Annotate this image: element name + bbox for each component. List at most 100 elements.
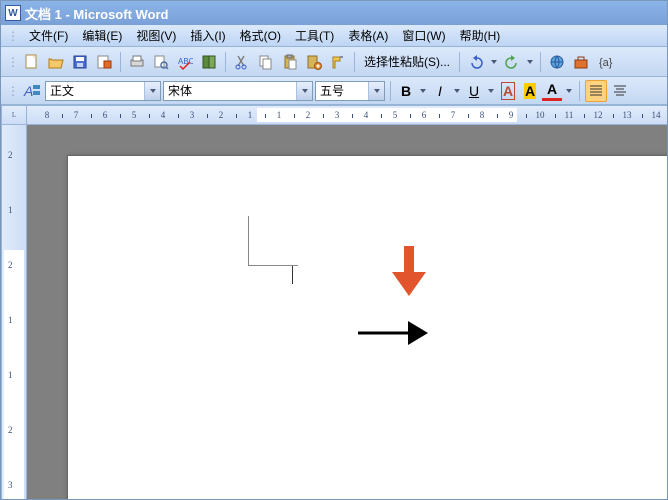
ruler-number: 4	[161, 110, 166, 120]
bold-button[interactable]: B	[396, 81, 416, 101]
page[interactable]	[67, 155, 667, 499]
bold-dropdown[interactable]	[418, 80, 428, 102]
ruler-number: 7	[74, 110, 79, 120]
print-preview-button[interactable]	[150, 51, 172, 73]
separator	[225, 52, 226, 72]
ruler-number: 1	[277, 110, 282, 120]
menu-help[interactable]: 帮助(H)	[454, 25, 507, 46]
ruler-number: 8	[45, 110, 50, 120]
ruler-corner[interactable]: L	[1, 105, 27, 125]
standard-toolbar: ⋮ ABC 选择性粘贴(S)... {a}	[1, 47, 667, 77]
size-value: 五号	[320, 82, 344, 99]
font-color-dropdown[interactable]	[564, 80, 574, 102]
save-button[interactable]	[69, 51, 91, 73]
ruler-number: 14	[652, 110, 661, 120]
menu-tools[interactable]: 工具(T)	[289, 25, 340, 46]
style-value: 正文	[50, 82, 74, 99]
menu-grip[interactable]: ⋮	[7, 29, 19, 43]
paste-button[interactable]	[279, 51, 301, 73]
underline-dropdown[interactable]	[486, 80, 496, 102]
ruler-number: 5	[393, 110, 398, 120]
font-combo[interactable]: 宋体	[163, 81, 313, 101]
copy-button[interactable]	[255, 51, 277, 73]
toolbar-grip[interactable]: ⋮	[7, 84, 19, 98]
open-button[interactable]	[45, 51, 67, 73]
toolbar-grip[interactable]: ⋮	[7, 55, 19, 69]
size-combo[interactable]: 五号	[315, 81, 385, 101]
window-title: 文档 1 - Microsoft Word	[25, 4, 168, 23]
ruler-number: 7	[451, 110, 456, 120]
formatting-toolbar: ⋮ A 正文 宋体 五号 B I U A A A	[1, 77, 667, 105]
cut-button[interactable]	[231, 51, 253, 73]
menu-view[interactable]: 视图(V)	[130, 25, 182, 46]
ruler-number: 10	[536, 110, 545, 120]
menu-edit[interactable]: 编辑(E)	[76, 25, 128, 46]
align-justify-button[interactable]	[585, 80, 607, 102]
font-color-button[interactable]: A	[542, 81, 562, 101]
font-value: 宋体	[168, 82, 192, 99]
paste-special-button[interactable]: 选择性粘贴(S)...	[360, 51, 454, 72]
undo-button[interactable]	[465, 51, 487, 73]
new-doc-button[interactable]	[21, 51, 43, 73]
menu-file[interactable]: 文件(F)	[23, 25, 74, 46]
styles-pane-button[interactable]: A	[21, 81, 43, 101]
underline-button[interactable]: U	[464, 81, 484, 101]
toolbox-button[interactable]	[570, 51, 592, 73]
ruler-number: 2	[8, 260, 13, 270]
clipboard-button[interactable]	[303, 51, 325, 73]
horizontal-ruler[interactable]: 876543211234567891011121314	[27, 105, 667, 125]
ruler-number: 6	[103, 110, 108, 120]
ruler-number: 1	[8, 370, 13, 380]
print-button[interactable]	[126, 51, 148, 73]
text-cursor	[292, 266, 294, 284]
separator	[120, 52, 121, 72]
document-area[interactable]	[27, 125, 667, 499]
menu-window[interactable]: 窗口(W)	[396, 25, 451, 46]
separator	[459, 52, 460, 72]
redo-button[interactable]	[501, 51, 523, 73]
ruler-number: 6	[422, 110, 427, 120]
work-area: L 876543211234567891011121314 21211234	[1, 105, 667, 499]
ruler-number: 3	[8, 480, 13, 490]
svg-text:A: A	[23, 83, 33, 99]
svg-text:ABC: ABC	[178, 57, 193, 66]
ruler-number: 2	[219, 110, 224, 120]
spellcheck-button[interactable]: ABC	[174, 51, 196, 73]
ruler-number: 2	[8, 150, 13, 160]
italic-dropdown[interactable]	[452, 80, 462, 102]
ruler-number: 3	[335, 110, 340, 120]
dropdown-arrow-icon[interactable]	[296, 82, 312, 100]
menu-table[interactable]: 表格(A)	[342, 25, 394, 46]
ruler-number: 4	[364, 110, 369, 120]
app-icon: W	[5, 5, 21, 21]
menu-format[interactable]: 格式(O)	[234, 25, 287, 46]
hyperlink-button[interactable]	[546, 51, 568, 73]
dropdown-arrow-icon[interactable]	[144, 82, 160, 100]
align-center-button[interactable]	[609, 80, 631, 102]
ruler-active-area	[257, 108, 517, 122]
separator	[579, 81, 580, 101]
ruler-number: 1	[8, 205, 13, 215]
field-shading-button[interactable]: {a}	[594, 51, 616, 73]
style-combo[interactable]: 正文	[45, 81, 161, 101]
dropdown-arrow-icon[interactable]	[368, 82, 384, 100]
red-down-arrow-icon	[392, 246, 426, 296]
vertical-ruler[interactable]: 21211234	[1, 125, 27, 499]
redo-dropdown[interactable]	[525, 51, 535, 73]
title-bar[interactable]: W 文档 1 - Microsoft Word	[1, 1, 667, 25]
italic-button[interactable]: I	[430, 81, 450, 101]
format-painter-button[interactable]	[327, 51, 349, 73]
undo-dropdown[interactable]	[489, 51, 499, 73]
svg-text:{a}: {a}	[599, 57, 613, 69]
separator	[354, 52, 355, 72]
char-border-button[interactable]: A	[498, 81, 518, 101]
separator	[390, 81, 391, 101]
menu-insert[interactable]: 插入(I)	[184, 25, 231, 46]
ruler-number: 5	[132, 110, 137, 120]
permissions-button[interactable]	[93, 51, 115, 73]
char-shading-button[interactable]: A	[520, 81, 540, 101]
app-window: W 文档 1 - Microsoft Word ⋮ 文件(F) 编辑(E) 视图…	[0, 0, 668, 500]
ruler-number: 1	[8, 315, 13, 325]
menu-bar: ⋮ 文件(F) 编辑(E) 视图(V) 插入(I) 格式(O) 工具(T) 表格…	[1, 25, 667, 47]
research-button[interactable]	[198, 51, 220, 73]
